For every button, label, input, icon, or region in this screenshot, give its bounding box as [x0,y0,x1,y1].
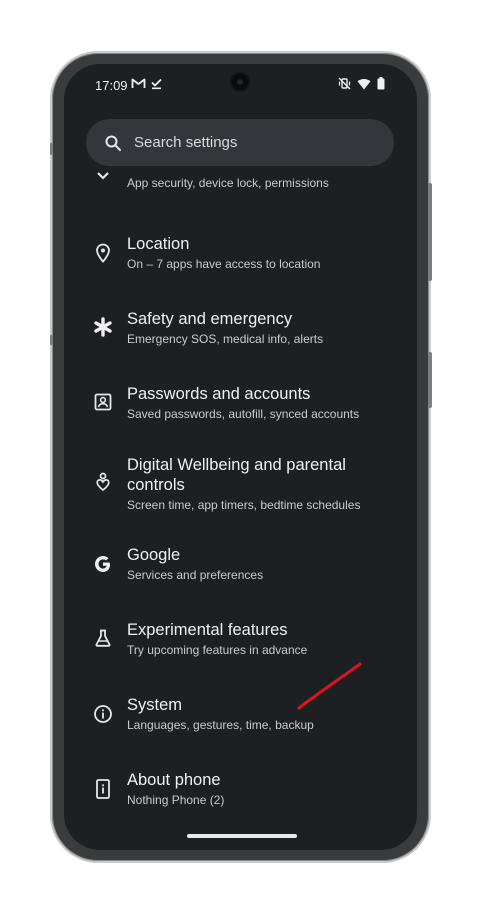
settings-item-about-phone[interactable]: About phone Nothing Phone (2) [64,770,417,830]
settings-item-system[interactable]: System Languages, gestures, time, backup [64,695,417,755]
settings-item-subtitle: Services and preferences [127,568,264,582]
settings-item-subtitle: Saved passwords, autofill, synced accoun… [127,407,360,421]
gmail-icon [131,78,146,88]
settings-item-passwords[interactable]: Passwords and accounts Saved passwords, … [64,384,417,444]
wellbeing-icon [96,472,110,492]
settings-item-title: Google [127,546,181,564]
settings-item-location[interactable]: Location On – 7 apps have access to loca… [64,234,417,294]
status-bar: 17:09 [64,64,417,108]
info-icon [94,705,112,723]
settings-item-title: Experimental features [127,621,288,639]
vibrate-off-icon [338,77,351,90]
settings-item-subtitle: Languages, gestures, time, backup [127,718,314,732]
search-icon [105,135,121,151]
asterisk-icon [94,317,112,337]
volume-button [428,352,432,408]
settings-item-safety[interactable]: Safety and emergency Emergency SOS, medi… [64,309,417,369]
check-icon [151,78,162,90]
google-icon [95,556,110,572]
account-box-icon [94,393,112,411]
settings-item-title: Location [127,235,190,253]
left-button-2 [50,335,53,345]
location-pin-icon [96,243,110,263]
settings-item-experimental[interactable]: Experimental features Try upcoming featu… [64,620,417,680]
settings-item-digital-wellbeing[interactable]: Digital Wellbeing and parental controls … [64,455,417,515]
settings-item-subtitle: Nothing Phone (2) [127,793,225,807]
search-placeholder: Search settings [134,134,238,151]
power-button [428,183,432,281]
settings-item-title: Digital Wellbeing and parental controls [127,456,346,494]
gesture-nav-bar[interactable] [187,834,297,838]
settings-item-google[interactable]: Google Services and preferences [64,545,417,605]
wifi-icon [357,78,371,89]
shield-expand-icon [97,172,109,180]
settings-item-subtitle: Screen time, app timers, bedtime schedul… [127,498,361,512]
search-bar[interactable]: Search settings [86,119,394,166]
settings-item-title: Safety and emergency [127,310,293,328]
settings-item-subtitle: App security, device lock, permissions [127,176,329,190]
settings-item-subtitle: Try upcoming features in advance [127,643,308,657]
settings-item-title: About phone [127,771,221,789]
settings-item-title: Passwords and accounts [127,385,311,403]
battery-icon [377,77,385,90]
flask-icon [95,629,111,647]
left-button [50,143,53,155]
settings-item-subtitle: On – 7 apps have access to location [127,257,321,271]
settings-item-subtitle: Emergency SOS, medical info, alerts [127,332,324,346]
phone-screen: 17:09 Search settings App security, devi… [64,64,417,850]
settings-item-title: System [127,696,183,714]
settings-item-security[interactable]: App security, device lock, permissions [64,168,417,198]
status-time: 17:09 [95,78,128,93]
phone-info-icon [96,779,110,799]
front-camera [232,74,248,90]
